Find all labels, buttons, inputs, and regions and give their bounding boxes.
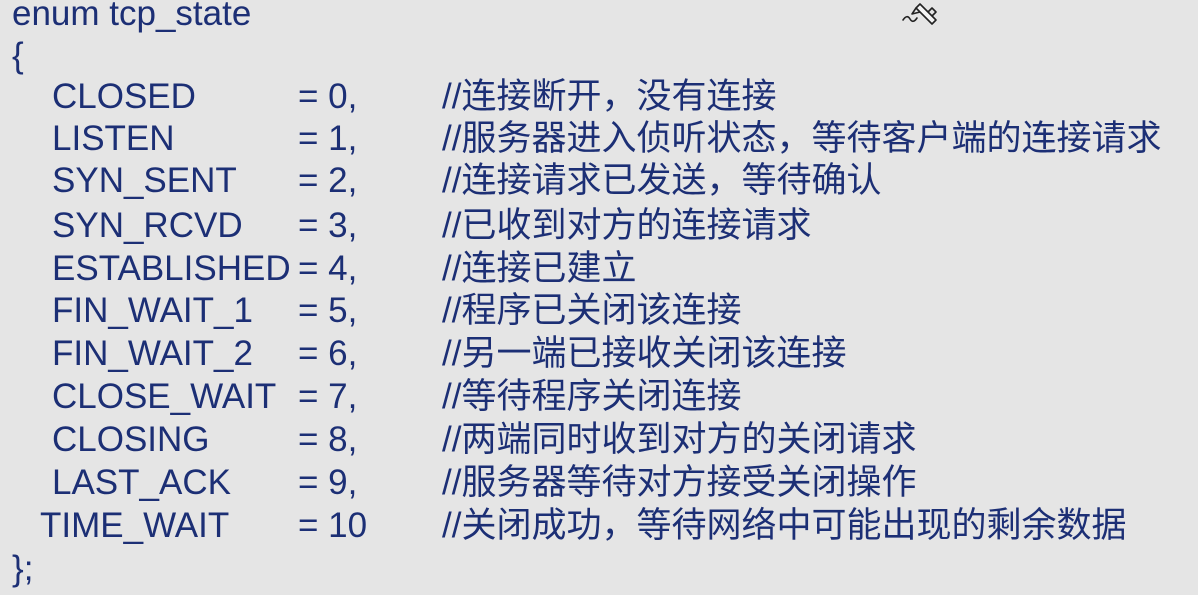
entry-name: SYN_RCVD: [52, 206, 243, 245]
entry-name: LAST_ACK: [52, 463, 231, 502]
enum-header: enum tcp_state: [12, 0, 252, 33]
entry-comment: //连接请求已发送，等待确认: [442, 161, 882, 200]
enum-entry-fin-wait-2: FIN_WAIT_2 = 6, //另一端已接收关闭该连接: [0, 333, 1198, 375]
enum-entry-closed: CLOSED = 0, //连接断开，没有连接: [0, 76, 1198, 118]
entry-name: ESTABLISHED: [52, 249, 291, 288]
open-brace: {: [12, 36, 24, 75]
entry-comment: //服务器等待对方接受关闭操作: [442, 463, 917, 502]
close-brace: };: [12, 549, 34, 588]
entry-comment: //程序已关闭该连接: [442, 291, 742, 330]
enum-entry-listen: LISTEN = 1, //服务器进入侦听状态，等待客户端的连接请求: [0, 118, 1198, 160]
enum-entry-established: ESTABLISHED = 4, //连接已建立: [0, 248, 1198, 290]
entry-value: = 8,: [298, 420, 358, 459]
enum-entry-closing: CLOSING = 8, //两端同时收到对方的关闭请求: [0, 419, 1198, 461]
entry-name: CLOSING: [52, 420, 210, 459]
slide: { "code": { "header": "enum tcp_state", …: [0, 0, 1198, 595]
entry-comment: //关闭成功，等待网络中可能出现的剩余数据: [442, 506, 1127, 545]
entry-comment: //服务器进入侦听状态，等待客户端的连接请求: [442, 119, 1162, 158]
entry-value: = 2,: [298, 161, 358, 200]
entry-value: = 1,: [298, 119, 358, 158]
entry-name: CLOSE_WAIT: [52, 377, 277, 416]
entry-value: = 5,: [298, 291, 358, 330]
entry-comment: //连接断开，没有连接: [442, 77, 777, 116]
enum-entry-syn-rcvd: SYN_RCVD = 3, //已收到对方的连接请求: [0, 205, 1198, 247]
entry-comment: //两端同时收到对方的关闭请求: [442, 420, 917, 459]
entry-value: = 7,: [298, 377, 358, 416]
enum-entry-fin-wait-1: FIN_WAIT_1 = 5, //程序已关闭该连接: [0, 290, 1198, 332]
entry-name: FIN_WAIT_1: [52, 291, 253, 330]
entry-name: SYN_SENT: [52, 161, 237, 200]
entry-value: = 3,: [298, 206, 358, 245]
entry-name: TIME_WAIT: [40, 506, 230, 545]
entry-value: = 0,: [298, 77, 358, 116]
entry-value: = 10: [298, 506, 368, 545]
entry-name: LISTEN: [52, 119, 175, 158]
entry-comment: //等待程序关闭连接: [442, 377, 742, 416]
entry-value: = 6,: [298, 334, 358, 373]
enum-entry-last-ack: LAST_ACK = 9, //服务器等待对方接受关闭操作: [0, 462, 1198, 504]
entry-name: FIN_WAIT_2: [52, 334, 253, 373]
entry-name: CLOSED: [52, 77, 196, 116]
entry-value: = 9,: [298, 463, 358, 502]
entry-comment: //另一端已接收关闭该连接: [442, 334, 847, 373]
pen-cursor-icon: [902, 3, 937, 25]
enum-entry-syn-sent: SYN_SENT = 2, //连接请求已发送，等待确认: [0, 160, 1198, 202]
enum-entry-time-wait: TIME_WAIT = 10 //关闭成功，等待网络中可能出现的剩余数据: [0, 505, 1198, 547]
entry-value: = 4,: [298, 249, 358, 288]
enum-entry-close-wait: CLOSE_WAIT = 7, //等待程序关闭连接: [0, 376, 1198, 418]
entry-comment: //已收到对方的连接请求: [442, 206, 812, 245]
entry-comment: //连接已建立: [442, 249, 637, 288]
